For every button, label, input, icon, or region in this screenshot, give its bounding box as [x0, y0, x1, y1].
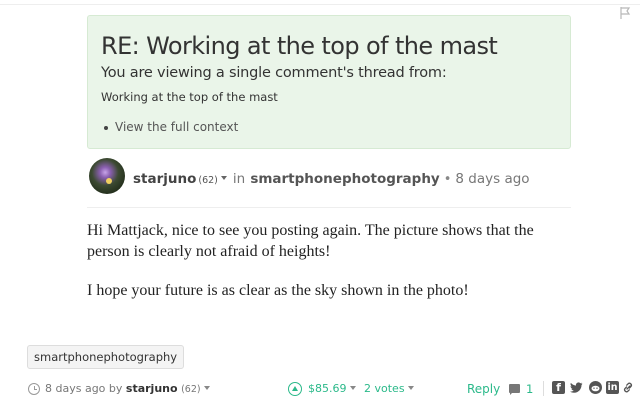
avatar-highlight: [106, 178, 112, 184]
linkedin-icon[interactable]: in: [606, 381, 619, 394]
twitter-icon[interactable]: [570, 381, 583, 394]
post-time[interactable]: 8 days ago: [455, 171, 529, 187]
header-divider: [87, 207, 571, 208]
avatar[interactable]: [89, 158, 125, 194]
community-link[interactable]: smartphonephotography: [250, 171, 439, 187]
votes-dropdown[interactable]: 2 votes: [364, 382, 414, 395]
clock-icon: [28, 383, 40, 395]
chevron-down-icon[interactable]: [349, 386, 356, 390]
thread-notice: You are viewing a single comment's threa…: [101, 65, 447, 81]
payout-value[interactable]: $85.69: [308, 382, 356, 395]
post-author-line: starjuno (62) in smartphonephotography • 8 d…: [133, 168, 530, 187]
footer-time-text[interactable]: 8 days ago by: [45, 382, 122, 395]
chevron-down-icon[interactable]: [407, 386, 414, 390]
facebook-icon[interactable]: f: [552, 381, 565, 394]
comment-body: Hi Mattjack, nice to see you posting aga…: [87, 220, 567, 319]
author-reputation: (62): [198, 175, 218, 186]
top-divider: [0, 0, 640, 5]
thread-context-box: RE: Working at the top of the mast You a…: [87, 15, 571, 149]
reddit-icon[interactable]: [589, 381, 602, 394]
comment-paragraph: Hi Mattjack, nice to see you posting aga…: [87, 222, 534, 260]
page-title: RE: Working at the top of the mast: [101, 32, 498, 60]
post-footer: 8 days ago by starjuno (62) $85.69 2 vot…: [0, 378, 640, 400]
footer-author-link[interactable]: starjuno: [126, 382, 178, 395]
replies-count[interactable]: 1: [526, 382, 533, 396]
separator: •: [443, 172, 452, 187]
reply-button[interactable]: Reply: [467, 382, 500, 396]
footer-author-reputation: (62): [181, 384, 201, 395]
chevron-down-icon[interactable]: [203, 386, 210, 390]
full-context-link[interactable]: View the full context: [115, 120, 238, 134]
comment-paragraph: I hope your future is as clear as the sk…: [87, 282, 469, 299]
bullet-icon: [104, 126, 108, 130]
divider: [543, 381, 544, 396]
in-label: in: [232, 171, 246, 187]
parent-post-link[interactable]: Working at the top of the mast: [101, 90, 278, 104]
author-link[interactable]: starjuno: [133, 171, 196, 187]
tag-smartphonephotography[interactable]: smartphonephotography: [27, 345, 185, 369]
chevron-down-icon[interactable]: [220, 175, 227, 180]
footer-time: 8 days ago by starjuno (62): [45, 382, 210, 395]
votes-count: 2 votes: [364, 382, 405, 395]
flag-icon[interactable]: [618, 6, 632, 20]
upvote-icon[interactable]: [288, 382, 302, 396]
payout-amount: $85.69: [308, 382, 347, 395]
comments-icon[interactable]: [509, 384, 520, 395]
link-icon[interactable]: [622, 381, 634, 394]
